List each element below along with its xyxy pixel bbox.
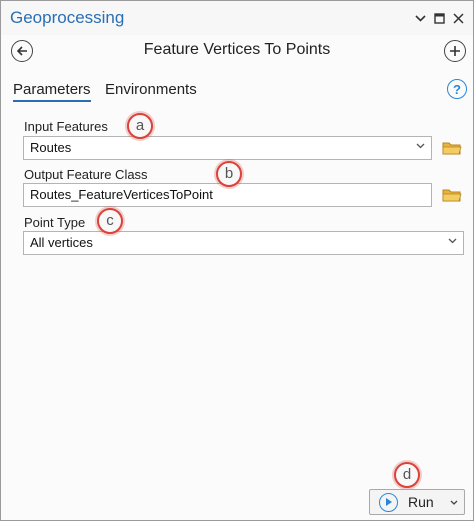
tab-parameters[interactable]: Parameters [13,81,91,102]
close-icon[interactable] [450,10,466,26]
callout-marker-d: d [394,462,420,488]
point-type-value: All vertices [30,235,93,250]
input-features-value: Routes [30,140,72,155]
tool-header: Feature Vertices To Points [1,35,473,71]
point-type-dropdown[interactable]: All vertices [23,231,464,255]
run-button[interactable]: Run [369,489,465,515]
callout-marker-b: b [216,161,242,187]
input-features-label: Input Features [24,119,108,134]
geoprocessing-pane: Geoprocessing Feature Vertices To Points… [0,0,474,521]
maximize-icon[interactable] [431,10,447,26]
pane-titlebar: Geoprocessing [1,1,473,35]
chevron-down-icon [448,236,457,247]
browse-folder-icon[interactable] [442,140,462,156]
input-features-dropdown[interactable]: Routes [23,136,432,160]
output-feature-class-value: Routes_FeatureVerticesToPoint [30,187,213,202]
add-icon[interactable] [444,40,466,62]
pane-title: Geoprocessing [10,8,125,27]
callout-marker-a: a [127,113,153,139]
chevron-down-icon [416,141,425,152]
run-button-label: Run [408,494,434,510]
tab-environments[interactable]: Environments [105,81,197,98]
play-icon [379,493,398,512]
help-icon[interactable]: ? [447,79,467,99]
chevron-down-icon[interactable] [412,10,428,26]
browse-folder-icon[interactable] [442,187,462,203]
callout-marker-c: c [97,208,123,234]
tool-title: Feature Vertices To Points [143,41,331,58]
output-feature-class-label: Output Feature Class [24,167,148,182]
point-type-label: Point Type [24,215,86,230]
tab-strip: Parameters Environments ? [1,77,473,103]
chevron-down-icon[interactable] [450,497,458,507]
